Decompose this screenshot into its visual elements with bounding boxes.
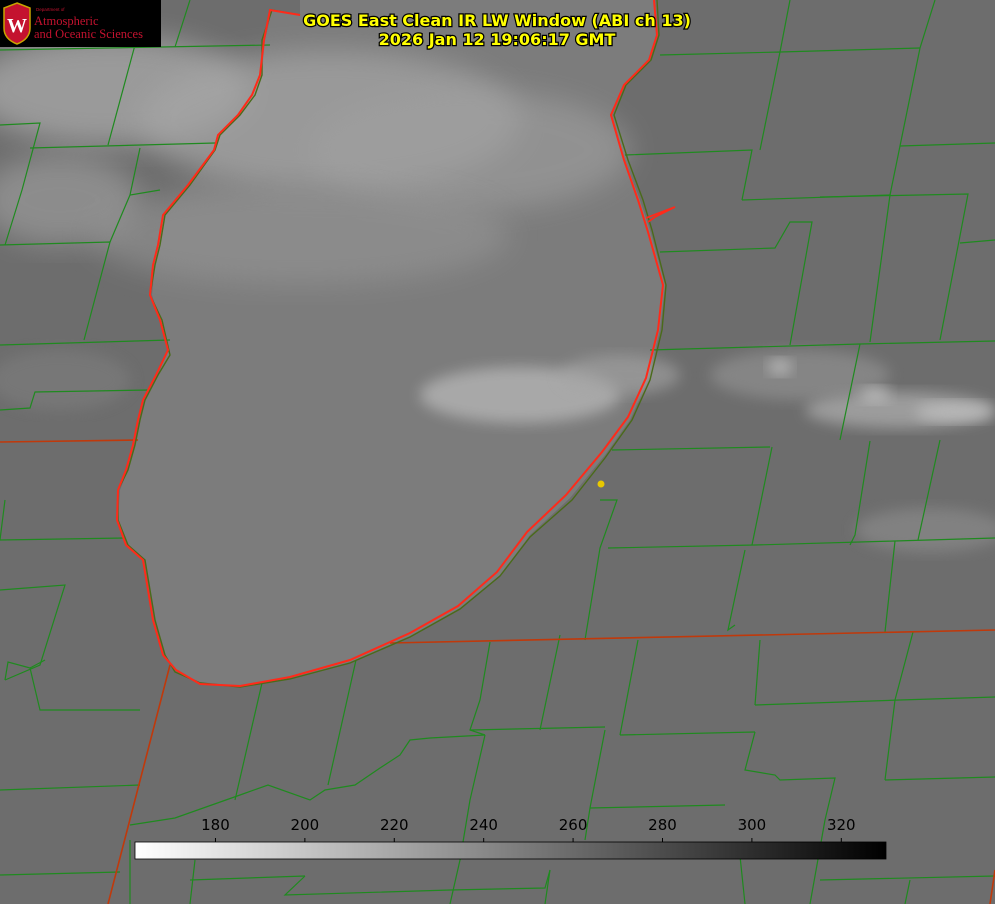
logo-department: Department of — [36, 7, 65, 12]
uw-crest-icon: W — [3, 2, 31, 45]
uw-aos-logo: W Department of Atmospheric and Oceanic … — [0, 0, 161, 47]
map-title: GOES East Clean IR LW Window (ABI ch 13) — [303, 11, 691, 30]
seal-letter: W — [7, 15, 27, 37]
colorbar-tick-label: 220 — [380, 816, 409, 834]
satellite-map: GOES East Clean IR LW Window (ABI ch 13)… — [0, 0, 995, 904]
map-timestamp: 2026 Jan 12 19:06:17 GMT — [379, 30, 616, 49]
colorbar-tick-label: 320 — [827, 816, 856, 834]
colorbar-tick-label: 200 — [291, 816, 320, 834]
colorbar-tick-label: 180 — [201, 816, 230, 834]
colorbar-tick-label: 240 — [469, 816, 498, 834]
colorbar-tick-label: 300 — [738, 816, 767, 834]
map-canvas: GOES East Clean IR LW Window (ABI ch 13)… — [0, 0, 995, 904]
logo-line2: and Oceanic Sciences — [34, 27, 143, 41]
colorbar-tick-label: 280 — [648, 816, 677, 834]
logo-line1: Atmospheric — [34, 14, 99, 28]
colorbar-gradient — [134, 841, 887, 860]
station-dot-icon — [597, 480, 605, 488]
colorbar-tick-label: 260 — [559, 816, 588, 834]
